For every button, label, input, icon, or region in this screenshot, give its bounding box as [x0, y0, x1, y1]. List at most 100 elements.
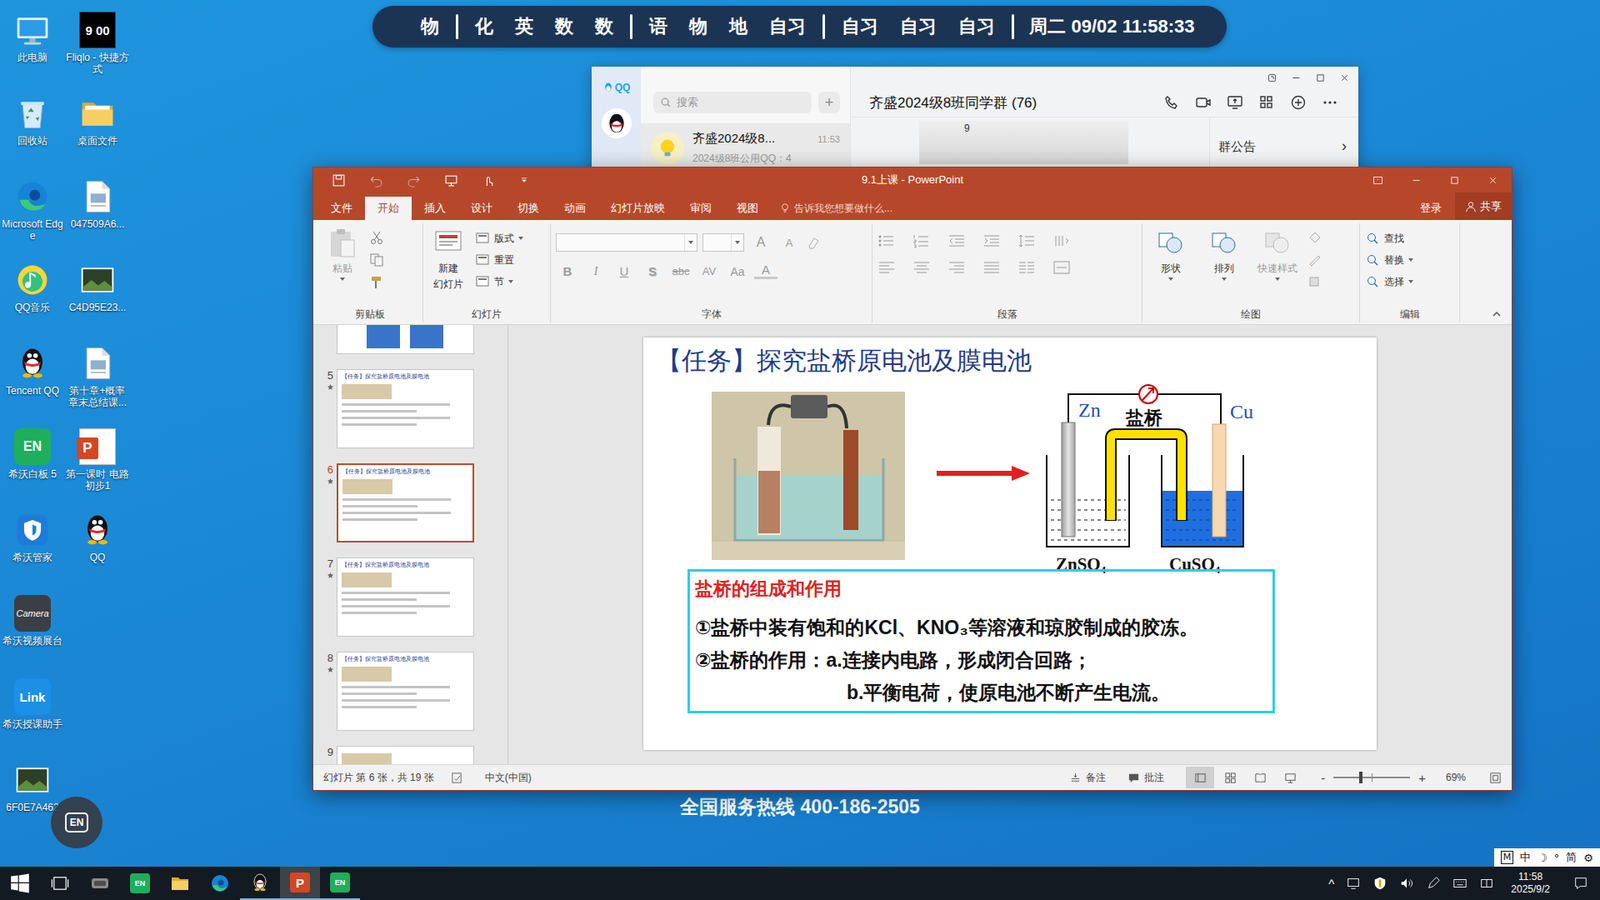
format-button[interactable]: B: [555, 264, 580, 279]
slide-thumbnail[interactable]: 【任务】探究盐桥原电池及膜电池: [336, 651, 475, 731]
desktop-icon[interactable]: Camera希沃视频展台: [0, 591, 65, 675]
slide-canvas[interactable]: 【任务】探究盐桥原电池及膜电池Zn盐桥CuZnSO₄CuSO₄盐桥的组成和作用①…: [643, 337, 1377, 750]
view-mode-button[interactable]: [1185, 766, 1215, 789]
line-spacing-icon[interactable]: [1017, 233, 1036, 249]
floating-easinote-button[interactable]: EN: [50, 796, 103, 849]
ribbon-tab[interactable]: 插入: [411, 196, 459, 220]
drawing-button[interactable]: 快速样式: [1254, 226, 1301, 306]
desktop-icon[interactable]: EN希沃白板 5: [0, 425, 65, 509]
search-field[interactable]: 搜索: [653, 91, 812, 114]
text-direction-icon[interactable]: [1052, 233, 1071, 249]
zoom-thumb[interactable]: [1359, 771, 1363, 784]
editing-button[interactable]: 查找: [1365, 230, 1414, 247]
zoom-level[interactable]: 69%: [1445, 771, 1473, 784]
security-icon[interactable]: [1372, 875, 1388, 891]
slide-thumbnail[interactable]: [336, 745, 475, 765]
decrease-indent-icon[interactable]: [947, 233, 966, 249]
taskbar-app[interactable]: P: [280, 866, 320, 900]
phone-icon[interactable]: [1163, 94, 1180, 111]
ribbon-tab[interactable]: 动画: [551, 196, 599, 220]
format-button[interactable]: A: [754, 263, 778, 280]
minimize-icon[interactable]: [1290, 72, 1302, 84]
thumbnail-row[interactable]: [313, 325, 508, 355]
align-left-icon[interactable]: [877, 260, 896, 275]
copy-icon[interactable]: [369, 252, 385, 268]
desktop-icon[interactable]: QQ: [65, 508, 130, 592]
thumbnail-row[interactable]: 6【任务】探究盐桥原电池及膜电池: [313, 463, 508, 543]
font-size-field[interactable]: [702, 233, 745, 252]
columns-icon[interactable]: [1017, 260, 1036, 275]
cut-icon[interactable]: [369, 230, 385, 245]
desktop-icon[interactable]: 9 00Fliqlo - 快捷方式: [65, 8, 130, 92]
image-message[interactable]: 9: [919, 120, 1129, 165]
touch-mode-icon[interactable]: [481, 173, 496, 188]
more-icon[interactable]: [1321, 94, 1339, 111]
zoom-slider[interactable]: [1333, 776, 1410, 779]
view-mode-button[interactable]: [1245, 766, 1275, 789]
zoom-out-button[interactable]: -: [1317, 770, 1329, 785]
volume-icon[interactable]: [1399, 875, 1415, 891]
show-hidden-icons-button[interactable]: ^: [1328, 876, 1335, 891]
align-center-icon[interactable]: [912, 260, 931, 275]
shape-outline-icon[interactable]: [1307, 252, 1323, 268]
thumbnail-row[interactable]: 7【任务】探究盐桥原电池及膜电池: [313, 557, 508, 637]
fit-to-window-icon[interactable]: [1489, 771, 1502, 785]
taskbar-app[interactable]: [200, 866, 240, 900]
user-avatar[interactable]: [601, 108, 632, 139]
ime-button[interactable]: ☽: [1537, 851, 1548, 865]
drawing-button[interactable]: 排列: [1200, 226, 1248, 306]
ime-button[interactable]: 中: [1520, 850, 1531, 865]
slide-thumbnail[interactable]: 【任务】探究盐桥原电池及膜电池: [336, 557, 475, 637]
format-button[interactable]: AV: [697, 265, 721, 278]
drawing-button[interactable]: 形状: [1147, 226, 1195, 306]
desktop-icon[interactable]: C4D95E23...: [65, 258, 130, 342]
shape-fill-icon[interactable]: [1307, 230, 1323, 245]
device-icon[interactable]: [1345, 875, 1361, 891]
view-mode-button[interactable]: [1215, 766, 1245, 789]
chat-item[interactable]: 齐盛2024级8...11:532024级8班公用QQ：4: [640, 123, 850, 174]
zoom-in-button[interactable]: +: [1415, 770, 1430, 785]
slide-thumbnail[interactable]: [336, 325, 475, 355]
bullets-icon[interactable]: [877, 233, 896, 249]
ribbon-tab[interactable]: 文件: [318, 196, 365, 220]
ribbon-options-button[interactable]: [1358, 167, 1397, 193]
desktop-icon[interactable]: QQ音乐: [0, 258, 65, 342]
notes-button[interactable]: 备注: [1060, 770, 1115, 785]
start-slideshow-icon[interactable]: [444, 173, 459, 188]
collapse-ribbon-icon[interactable]: [1491, 309, 1502, 320]
editing-button[interactable]: 选择: [1365, 273, 1414, 290]
close-icon[interactable]: [1339, 72, 1350, 84]
desktop-icon[interactable]: Link希沃授课助手: [0, 675, 65, 759]
apps-icon[interactable]: [1258, 94, 1275, 111]
ime-button[interactable]: °: [1554, 851, 1560, 865]
clock[interactable]: 11:582025/9/2: [1505, 870, 1555, 896]
taskbar-app[interactable]: [240, 866, 280, 900]
keyboard-icon[interactable]: [1452, 875, 1468, 891]
view-mode-button[interactable]: [1275, 766, 1305, 789]
sign-in-button[interactable]: 登录: [1406, 196, 1455, 220]
taskbar-app[interactable]: EN: [120, 866, 160, 900]
customize-icon[interactable]: [519, 175, 530, 185]
video-icon[interactable]: [1195, 94, 1212, 111]
slide-thumbnail[interactable]: 【任务】探究盐桥原电池及膜电池: [336, 369, 475, 449]
ime-button[interactable]: ⚙: [1583, 851, 1594, 865]
new-slide-button[interactable]: 新建幻灯片: [428, 226, 469, 306]
numbering-icon[interactable]: [912, 233, 931, 249]
align-text-icon[interactable]: [1052, 260, 1071, 275]
shape-effects-icon[interactable]: [1307, 275, 1323, 290]
ribbon-tab[interactable]: 幻灯片放映: [598, 196, 678, 220]
format-button[interactable]: abc: [669, 265, 693, 278]
language-indicator[interactable]: 中文(中国): [485, 770, 532, 785]
taskbar-app[interactable]: [160, 866, 200, 900]
desktop-icon[interactable]: P第一课时 电路初步1: [65, 425, 130, 509]
clear-format-icon[interactable]: [805, 235, 821, 250]
editing-button[interactable]: 替换: [1365, 251, 1414, 269]
ribbon-tab[interactable]: 切换: [505, 196, 552, 220]
notification-icon[interactable]: [1573, 875, 1589, 891]
close-button[interactable]: [1473, 167, 1512, 193]
format-button[interactable]: Aa: [725, 265, 750, 279]
taskbar-app[interactable]: [80, 866, 120, 900]
desktop-icon[interactable]: 回收站: [0, 91, 65, 175]
tell-me-field[interactable]: 告诉我您想要做什么...: [779, 196, 893, 220]
align-right-icon[interactable]: [947, 260, 966, 275]
